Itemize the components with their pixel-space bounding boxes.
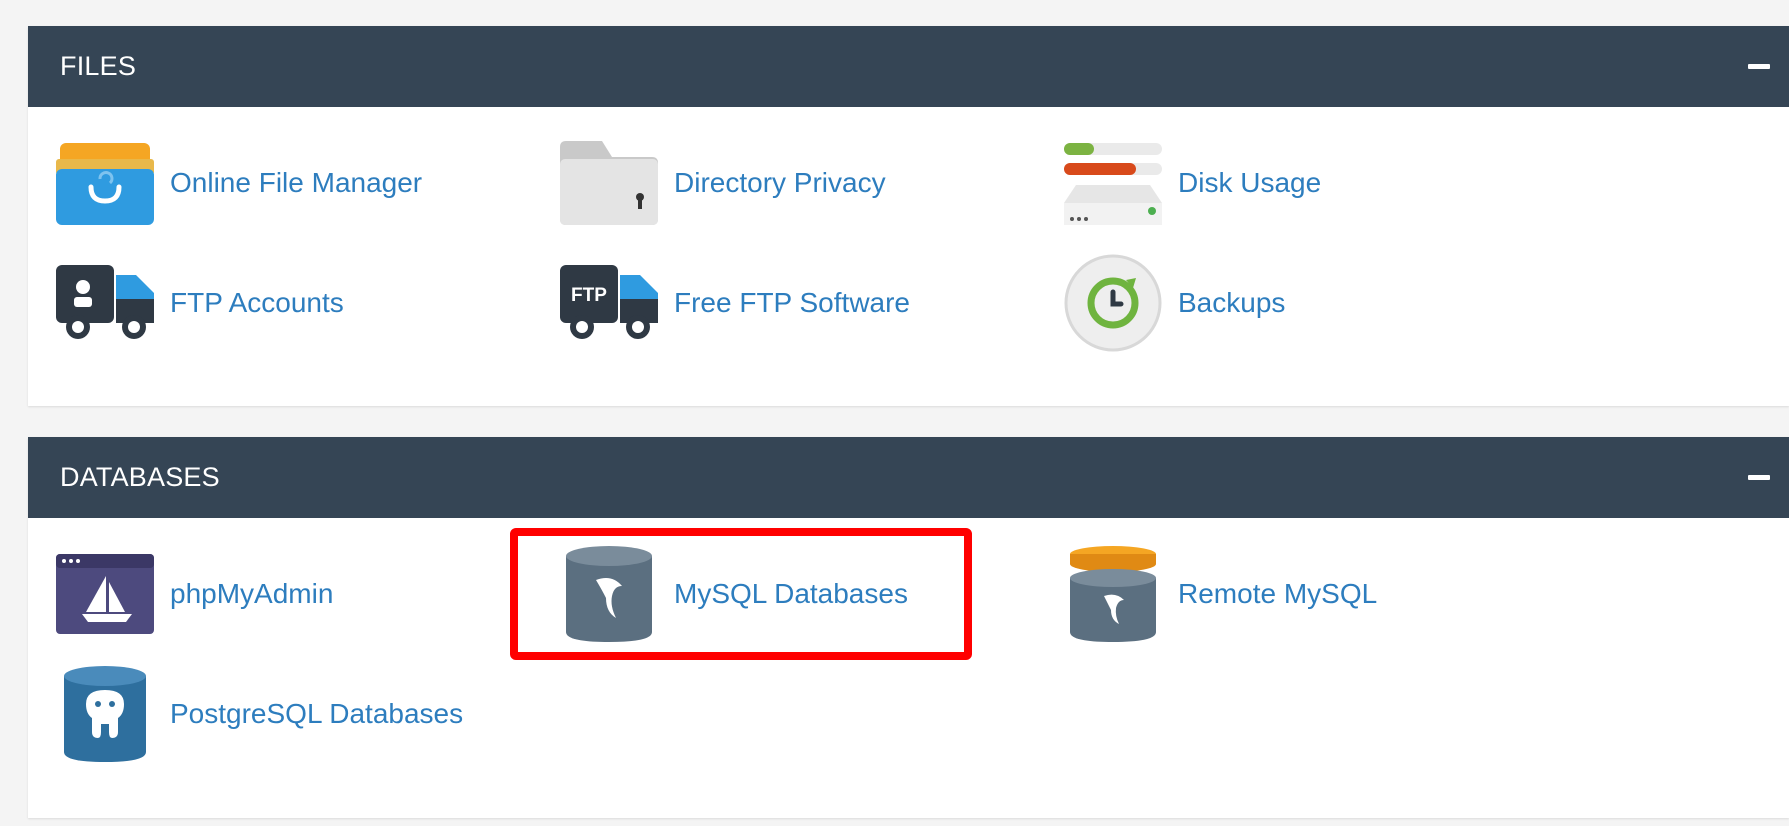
postgresql-icon [56, 664, 154, 764]
mysql-databases-label: MySQL Databases [674, 578, 908, 609]
online-file-manager-link[interactable]: Online File Manager [56, 133, 422, 233]
disk-usage-label: Disk Usage [1178, 167, 1322, 198]
free-ftp-software-link[interactable]: FTP Free FTP Software [560, 253, 910, 353]
mysql-icon [560, 544, 658, 644]
databases-panel-header[interactable]: DATABASES [28, 437, 1789, 518]
directory-privacy-link[interactable]: Directory Privacy [560, 133, 886, 233]
mysql-databases-link[interactable]: MySQL Databases [560, 544, 908, 644]
backups-link[interactable]: Backups [1064, 253, 1285, 353]
disk-usage-link[interactable]: Disk Usage [1064, 133, 1321, 233]
files-panel-title: FILES [60, 51, 137, 81]
backups-icon [1064, 253, 1162, 353]
backups-label: Backups [1178, 287, 1286, 318]
minus-icon [1748, 475, 1770, 480]
files-panel-header[interactable]: FILES [28, 26, 1789, 107]
files-collapse-button[interactable] [1729, 37, 1789, 97]
phpmyadmin-link[interactable]: phpMyAdmin [56, 544, 333, 644]
ftp-accounts-link[interactable]: FTP Accounts [56, 253, 344, 353]
remote-mysql-link[interactable]: Remote MySQL [1064, 544, 1377, 644]
minus-icon [1748, 64, 1770, 69]
phpmyadmin-label: phpMyAdmin [170, 578, 334, 609]
free-ftp-software-label: Free FTP Software [674, 287, 911, 318]
ftp-icon-text: FTP [571, 285, 607, 306]
databases-collapse-button[interactable] [1729, 448, 1789, 508]
cpanel-page: FILES Online File Manager Directory Priv… [0, 0, 1789, 826]
postgresql-databases-link[interactable]: PostgreSQL Databases [56, 664, 463, 764]
ftp-accounts-label: FTP Accounts [170, 287, 344, 318]
postgresql-databases-label: PostgreSQL Databases [170, 698, 464, 729]
directory-privacy-label: Directory Privacy [674, 167, 886, 198]
online-file-manager-label: Online File Manager [170, 167, 423, 198]
databases-panel: DATABASES phpMyAdmin MySQL Databases Rem… [28, 437, 1789, 818]
databases-panel-title: DATABASES [60, 462, 220, 492]
ftp-accounts-icon [56, 253, 154, 353]
files-panel: FILES Online File Manager Directory Priv… [28, 26, 1789, 406]
file-manager-icon [56, 133, 154, 233]
remote-mysql-icon [1064, 544, 1162, 644]
free-ftp-icon: FTP [560, 253, 658, 353]
disk-usage-icon [1064, 133, 1162, 233]
remote-mysql-label: Remote MySQL [1178, 578, 1378, 609]
directory-privacy-icon [560, 133, 658, 233]
phpmyadmin-icon [56, 544, 154, 644]
